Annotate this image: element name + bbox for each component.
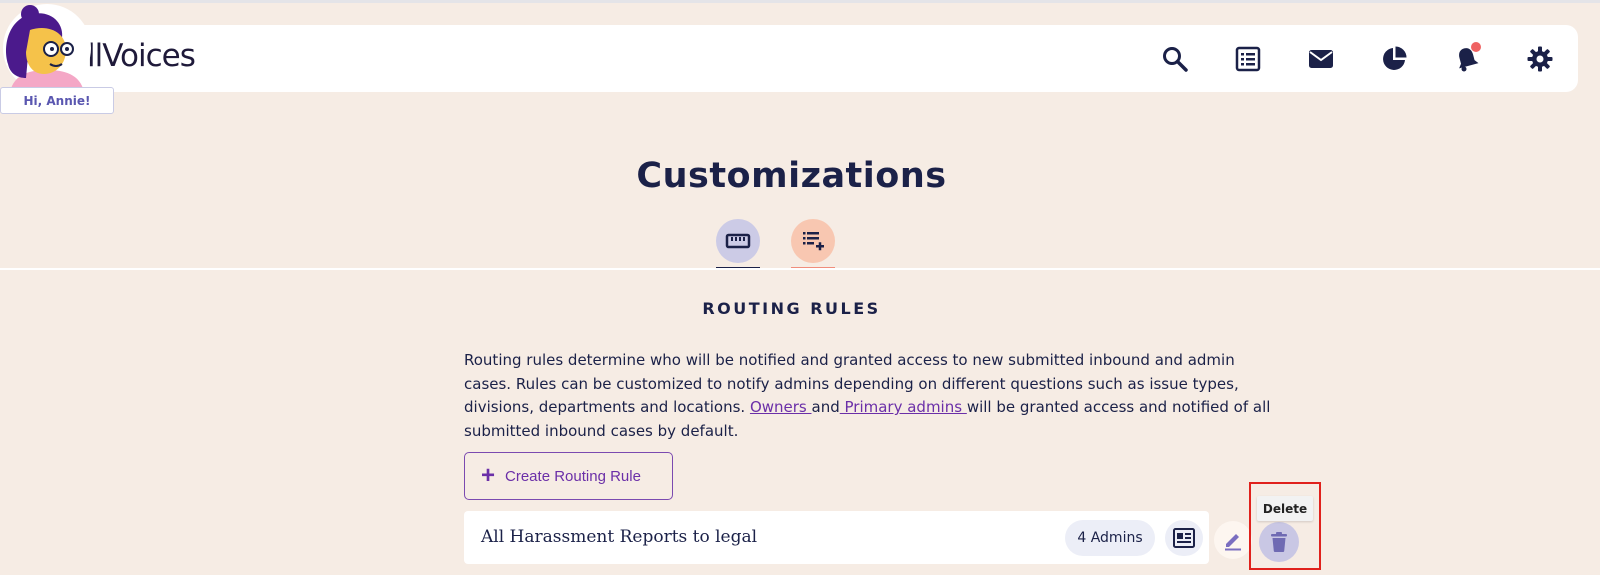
greeting-label: Hi, Annie!	[0, 87, 114, 114]
rule-details-icon[interactable]	[1165, 520, 1203, 556]
routing-description: Routing rules determine who will be noti…	[464, 349, 1276, 443]
settings-gear-icon[interactable]	[1520, 39, 1560, 79]
create-routing-rule-label: Create Routing Rule	[505, 467, 641, 485]
section-divider	[0, 268, 1600, 270]
tab-routing-rules[interactable]	[716, 219, 760, 263]
notifications-bell-icon[interactable]	[1447, 39, 1487, 79]
list-add-icon	[803, 232, 824, 251]
edit-rule-button[interactable]	[1214, 521, 1252, 559]
top-rule	[0, 0, 1600, 3]
notification-badge	[1471, 42, 1481, 52]
routing-rule-row[interactable]: All Harassment Reports to legal 4 Admins	[464, 511, 1209, 564]
rule-name: All Harassment Reports to legal	[481, 527, 758, 547]
tab-custom-fields[interactable]	[791, 219, 835, 263]
header-bar: llVoices	[35, 25, 1578, 92]
pencil-icon	[1225, 534, 1241, 551]
analytics-pie-icon[interactable]	[1374, 39, 1414, 79]
create-routing-rule-button[interactable]: + Create Routing Rule	[464, 452, 673, 500]
section-title: ROUTING RULES	[702, 299, 881, 318]
plus-icon: +	[481, 462, 496, 489]
delete-tooltip: Delete	[1257, 496, 1313, 521]
owners-link[interactable]: Owners	[750, 398, 812, 416]
mail-icon[interactable]	[1301, 39, 1341, 79]
delete-rule-button[interactable]	[1259, 522, 1299, 562]
avatar[interactable]	[0, 4, 95, 92]
header-nav	[1122, 39, 1560, 79]
trash-icon	[1271, 532, 1287, 552]
reports-list-icon[interactable]	[1228, 39, 1268, 79]
brand-logo[interactable]: llVoices	[87, 38, 196, 74]
description-and: and	[811, 398, 840, 416]
primary-admins-link[interactable]: Primary admins	[840, 398, 967, 416]
admins-count-badge[interactable]: 4 Admins	[1065, 520, 1155, 556]
page-title: Customizations	[636, 156, 947, 196]
search-icon[interactable]	[1155, 39, 1195, 79]
ruler-icon	[725, 233, 751, 249]
